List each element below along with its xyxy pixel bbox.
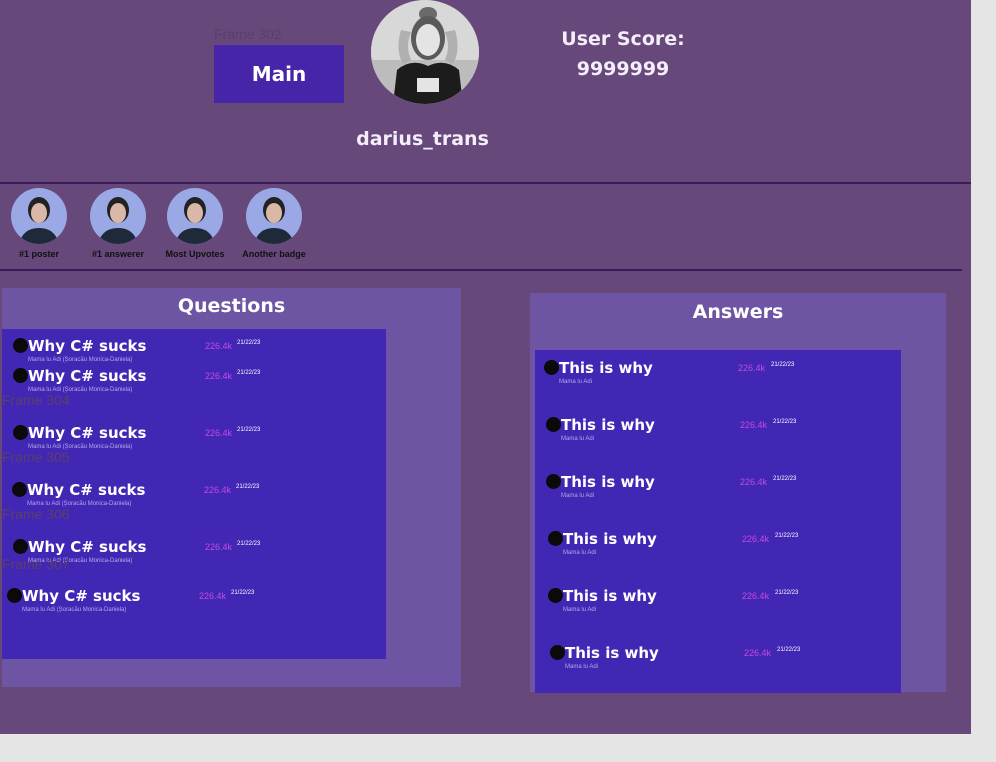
answer-item[interactable]: This is why Mama lu Adi 226.4k 21/22/23 <box>546 474 886 504</box>
question-date: 21/22/23 <box>237 370 261 376</box>
question-title: Why C# sucks <box>28 367 147 385</box>
badge-avatar-icon <box>167 188 223 244</box>
answer-votes: 226.4k <box>740 477 768 487</box>
answer-item[interactable]: This is why Mama lu Adi 226.4k 21/22/23 <box>548 531 888 561</box>
frame-label: Frame 305 <box>2 449 70 465</box>
badge-label: Most Upvotes <box>165 249 225 259</box>
user-score: User Score: 9999999 <box>548 24 698 84</box>
answer-author: Mama lu Adi <box>563 607 597 613</box>
question-votes: 226.4k <box>204 485 232 495</box>
answer-author: Mama lu Adi <box>561 493 595 499</box>
username: darius_trans <box>356 128 489 150</box>
badge-1[interactable]: #1 poster <box>0 188 84 259</box>
answer-date: 21/22/23 <box>773 476 797 482</box>
question-date: 21/22/23 <box>237 541 261 547</box>
user-avatar-icon <box>13 368 28 383</box>
badge-4[interactable]: Another badge <box>229 188 319 259</box>
user-avatar-icon <box>12 482 27 497</box>
answers-list: This is why Mama lu Adi 226.4k 21/22/23 … <box>535 350 901 693</box>
badge-avatar-icon <box>246 188 302 244</box>
answer-item[interactable]: This is why Mama lu Adi 226.4k 21/22/23 <box>546 417 886 447</box>
question-title: Why C# sucks <box>27 481 146 499</box>
answer-votes: 226.4k <box>740 420 768 430</box>
question-date: 21/22/23 <box>236 484 260 490</box>
user-avatar-icon <box>13 338 28 353</box>
question-author: Mama lu Adi (Șoracău Monica-Daniela) <box>22 607 127 613</box>
user-avatar-icon <box>546 474 561 489</box>
question-date: 21/22/23 <box>237 427 261 433</box>
answer-author: Mama lu Adi <box>563 550 597 556</box>
answer-item[interactable]: This is why Mama lu Adi 226.4k 21/22/23 <box>548 588 888 618</box>
user-avatar-icon <box>546 417 561 432</box>
answer-date: 21/22/23 <box>775 590 799 596</box>
question-votes: 226.4k <box>199 591 227 601</box>
question-votes: 226.4k <box>205 341 233 351</box>
question-votes: 226.4k <box>205 428 233 438</box>
answer-date: 21/22/23 <box>775 533 799 539</box>
answer-votes: 226.4k <box>742 591 770 601</box>
answer-title: This is why <box>559 359 653 377</box>
answer-author: Mama lu Adi <box>565 664 599 670</box>
answer-votes: 226.4k <box>744 648 772 658</box>
answer-title: This is why <box>563 587 657 605</box>
user-avatar-icon <box>550 645 565 660</box>
badge-avatar-icon <box>11 188 67 244</box>
answer-author: Mama lu Adi <box>559 379 593 385</box>
answer-votes: 226.4k <box>738 363 766 373</box>
questions-list: Why C# sucks Mama lu Adi (Șoracău Monica… <box>2 329 386 659</box>
badge-3[interactable]: Most Upvotes <box>150 188 240 259</box>
question-title: Why C# sucks <box>28 538 147 556</box>
answer-title: This is why <box>565 644 659 662</box>
main-button[interactable]: Main <box>214 45 344 103</box>
answer-date: 21/22/23 <box>777 647 801 653</box>
user-avatar-icon <box>13 425 28 440</box>
question-votes: 226.4k <box>205 542 233 552</box>
question-date: 21/22/23 <box>237 340 261 346</box>
user-avatar-icon <box>548 588 563 603</box>
questions-panel: Questions Why C# sucks Mama lu Adi (Șora… <box>2 288 461 687</box>
question-author: Mama lu Adi (Șoracău Monica-Daniela) <box>28 357 133 363</box>
answer-item[interactable]: This is why Mama lu Adi 226.4k 21/22/23 <box>544 360 884 390</box>
answer-votes: 226.4k <box>742 534 770 544</box>
question-item[interactable]: Why C# sucks Mama lu Adi (Șoracău Monica… <box>13 338 373 368</box>
answer-title: This is why <box>563 530 657 548</box>
question-title: Why C# sucks <box>28 424 147 442</box>
badge-label: Another badge <box>242 249 306 259</box>
profile-photo-icon <box>371 0 479 104</box>
user-avatar-icon <box>544 360 559 375</box>
user-avatar-icon <box>13 539 28 554</box>
answer-author: Mama lu Adi <box>561 436 595 442</box>
badge-label: #1 poster <box>18 249 60 259</box>
frame-label: Frame 306 <box>2 506 70 522</box>
answer-title: This is why <box>561 473 655 491</box>
frame-label: Frame 307 <box>2 556 70 572</box>
question-title: Why C# sucks <box>28 337 147 355</box>
questions-title: Questions <box>177 295 286 317</box>
badges-divider <box>0 269 962 271</box>
answer-date: 21/22/23 <box>773 419 797 425</box>
question-votes: 226.4k <box>205 371 233 381</box>
user-score-label: User Score: <box>561 28 685 50</box>
answer-title: This is why <box>561 416 655 434</box>
user-avatar-icon <box>548 531 563 546</box>
user-avatar-icon <box>7 588 22 603</box>
user-score-value: 9999999 <box>576 58 670 80</box>
badge-avatar-icon <box>90 188 146 244</box>
frame-label-main: Frame 302 <box>214 26 282 42</box>
answer-date: 21/22/23 <box>771 362 795 368</box>
answers-panel: Answers This is why Mama lu Adi 226.4k 2… <box>530 293 946 693</box>
profile-avatar <box>371 0 479 104</box>
question-item[interactable]: Why C# sucks Mama lu Adi (Șoracău Monica… <box>7 588 367 618</box>
header-divider <box>0 182 971 184</box>
answers-title: Answers <box>692 301 784 323</box>
question-title: Why C# sucks <box>22 587 141 605</box>
answer-item[interactable]: This is why Mama lu Adi 226.4k 21/22/23 <box>550 645 890 675</box>
question-date: 21/22/23 <box>231 590 255 596</box>
frame-label: Frame 304 <box>2 392 70 408</box>
profile-canvas: Frame 302 Main darius_trans User Score: … <box>0 0 971 734</box>
